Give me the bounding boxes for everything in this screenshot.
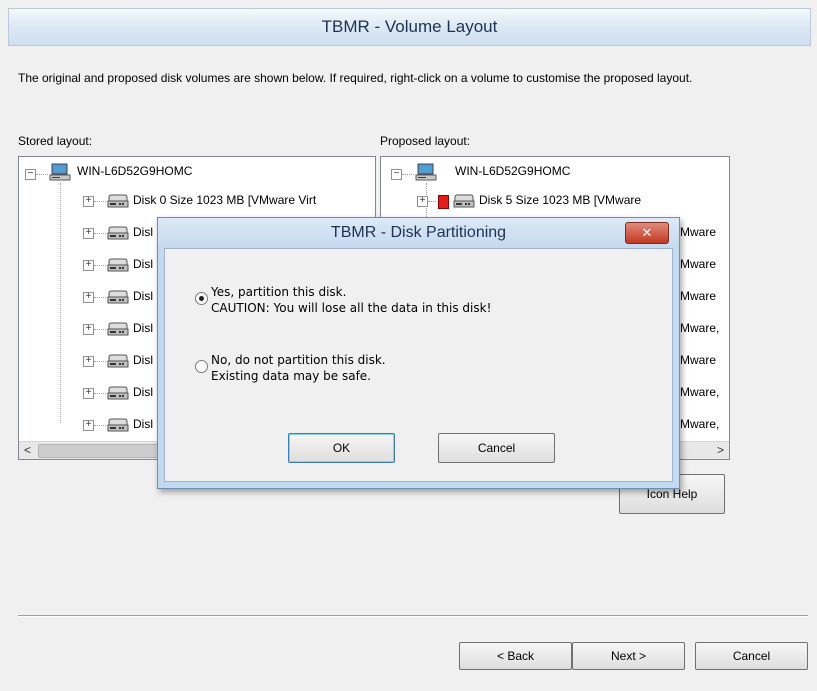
collapse-minus-icon[interactable]: − <box>391 169 402 180</box>
hard-disk-icon <box>107 354 129 368</box>
close-icon[interactable]: ✕ <box>625 222 669 244</box>
hard-disk-icon <box>107 418 129 432</box>
hard-disk-icon <box>107 226 129 240</box>
scroll-left-arrow[interactable]: < <box>19 442 36 459</box>
cancel-button[interactable]: Cancel <box>695 642 808 670</box>
expand-plus-icon[interactable]: + <box>83 324 94 335</box>
next-button[interactable]: Next > <box>572 642 685 670</box>
dialog-title: TBMR - Disk Partitioning <box>330 224 507 241</box>
expand-plus-icon[interactable]: + <box>83 420 94 431</box>
hard-disk-icon <box>107 386 129 400</box>
tree-connector <box>94 201 106 202</box>
expand-plus-icon[interactable]: + <box>83 292 94 303</box>
radio-selected-dot <box>199 296 204 301</box>
collapse-minus-icon[interactable]: − <box>25 169 36 180</box>
disk-node-label[interactable]: Disl <box>133 225 153 239</box>
tree-connector <box>428 201 436 202</box>
expand-plus-icon[interactable]: + <box>417 196 428 207</box>
stored-layout-label: Stored layout: <box>18 134 93 148</box>
disk-node-label[interactable]: Mware, <box>680 417 719 431</box>
footer-separator <box>18 615 808 617</box>
intro-text: The original and proposed disk volumes a… <box>18 71 693 85</box>
radio-yes[interactable] <box>195 292 208 305</box>
disk-node-label[interactable]: Mware, <box>680 321 719 335</box>
expand-plus-icon[interactable]: + <box>83 388 94 399</box>
tree-connector <box>94 361 106 362</box>
disk-node-label[interactable]: Disl <box>133 385 153 399</box>
dialog-body: Yes, partition this disk. CAUTION: You w… <box>164 248 673 482</box>
tree-connector <box>402 174 414 175</box>
proposed-layout-label: Proposed layout: <box>380 134 471 148</box>
disk-node-label[interactable]: Mware <box>680 257 716 271</box>
no-option-line2: Existing data may be safe. <box>211 369 371 383</box>
root-node-label[interactable]: WIN-L6D52G9HOMC <box>77 164 192 178</box>
tree-connector <box>94 233 106 234</box>
tree-connector <box>94 297 106 298</box>
disk-node-label[interactable]: Disl <box>133 353 153 367</box>
disk-node-label[interactable]: Disl <box>133 417 153 431</box>
dialog-cancel-button[interactable]: Cancel <box>438 433 555 463</box>
disk-node-label[interactable]: Disl <box>133 321 153 335</box>
yes-option-line2: CAUTION: You will lose all the data in t… <box>211 301 492 315</box>
computer-icon <box>415 163 437 181</box>
disk-node-label[interactable]: Disl <box>133 257 153 271</box>
disk-node-label[interactable]: Mware, <box>680 385 719 399</box>
disk-node-label[interactable]: Mware <box>680 225 716 239</box>
hard-disk-icon <box>107 194 129 208</box>
hard-disk-icon <box>453 194 475 208</box>
tree-connector <box>94 265 106 266</box>
tree-connector <box>36 174 48 175</box>
tree-connector <box>94 425 106 426</box>
computer-icon <box>49 163 71 181</box>
expand-plus-icon[interactable]: + <box>83 228 94 239</box>
hard-disk-icon <box>107 290 129 304</box>
ok-button[interactable]: OK <box>288 433 395 463</box>
hard-disk-icon <box>107 258 129 272</box>
warning-badge-icon <box>438 195 449 209</box>
expand-plus-icon[interactable]: + <box>83 260 94 271</box>
no-option-line1: No, do not partition this disk. <box>211 353 386 367</box>
expand-plus-icon[interactable]: + <box>83 196 94 207</box>
tree-connector <box>94 329 106 330</box>
hard-disk-icon <box>107 322 129 336</box>
root-node-label[interactable]: WIN-L6D52G9HOMC <box>455 164 570 178</box>
dialog-titlebar[interactable]: TBMR - Disk Partitioning ✕ <box>158 218 679 248</box>
wizard-header: TBMR - Volume Layout <box>8 8 811 46</box>
scroll-right-arrow[interactable]: > <box>712 442 729 459</box>
disk-node-label[interactable]: Mware <box>680 289 716 303</box>
radio-no[interactable] <box>195 360 208 373</box>
disk-node-label[interactable]: Disl <box>133 289 153 303</box>
expand-plus-icon[interactable]: + <box>83 356 94 367</box>
disk-node-label[interactable]: Disk 0 Size 1023 MB [VMware Virt <box>133 193 316 207</box>
tree-connector <box>94 393 106 394</box>
yes-option-line1: Yes, partition this disk. <box>211 285 347 299</box>
disk-node-label[interactable]: Mware <box>680 353 716 367</box>
tree-connector <box>60 183 61 423</box>
back-button[interactable]: < Back <box>459 642 572 670</box>
disk-node-label[interactable]: Disk 5 Size 1023 MB [VMware <box>479 193 641 207</box>
window-title: TBMR - Volume Layout <box>321 17 498 36</box>
disk-partitioning-dialog: TBMR - Disk Partitioning ✕ Yes, partitio… <box>157 217 680 489</box>
